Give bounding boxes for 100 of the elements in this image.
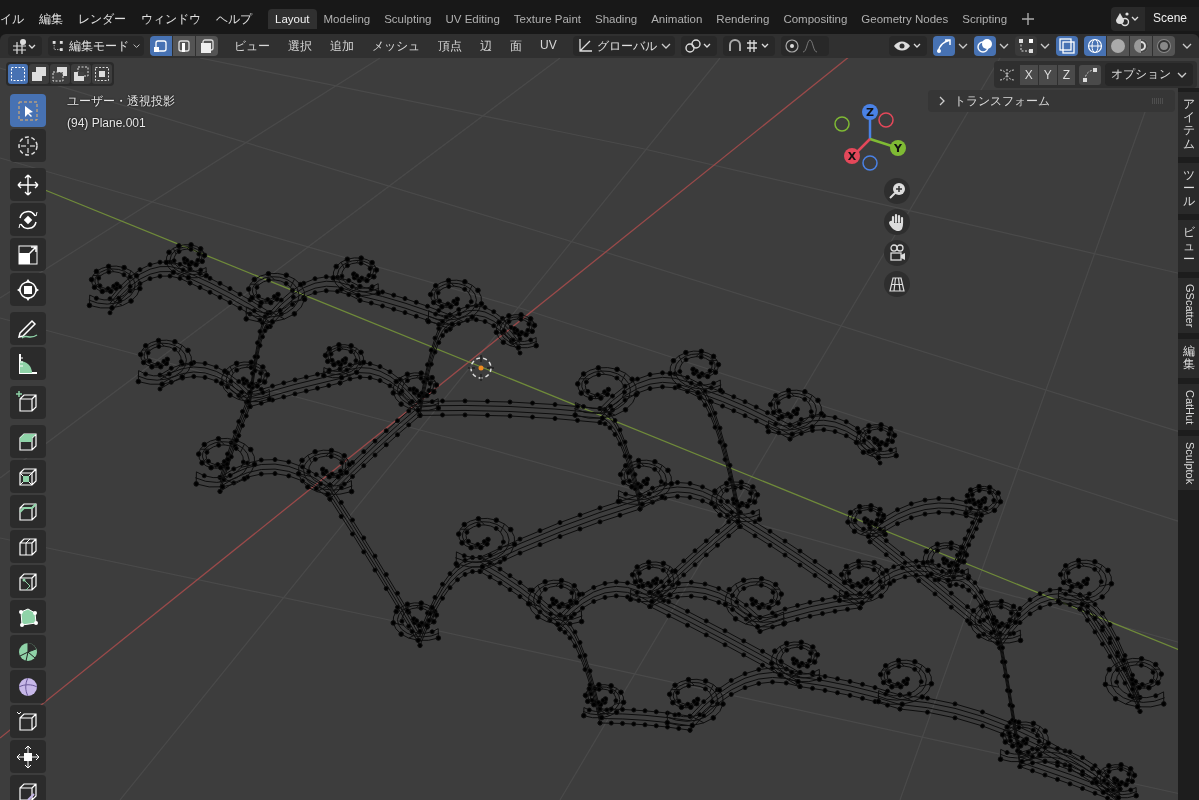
workspace-tab[interactable]: Shading (588, 9, 645, 29)
tool-button[interactable] (10, 386, 46, 419)
selection-mode-button[interactable] (92, 64, 112, 84)
globe-icon (1087, 38, 1103, 54)
workspace-tab[interactable]: Animation (644, 9, 710, 29)
tool-button[interactable] (10, 273, 46, 306)
sidebar-tab[interactable]: アイテム (1178, 92, 1199, 157)
curve-arrow-icon (936, 38, 952, 54)
add-icon[interactable] (1022, 13, 1035, 25)
editor-type-button[interactable] (8, 36, 42, 56)
sidebar-tab[interactable]: ビュー (1178, 220, 1199, 272)
tool-button[interactable] (10, 565, 46, 598)
scene-field[interactable]: Scene (1144, 7, 1199, 31)
axis-button[interactable]: X (1019, 64, 1038, 85)
menu-item[interactable]: 編集 (39, 10, 63, 28)
mode-dropdown[interactable]: 編集モード (48, 36, 144, 56)
tool-button[interactable] (10, 460, 46, 493)
move-arrows-icon (16, 172, 40, 197)
workspace-tab[interactable]: Geometry Nodes (854, 9, 956, 29)
drag-handle-icon[interactable] (1151, 98, 1165, 104)
workspace-tab[interactable]: Layout (268, 9, 317, 29)
chevron-down-icon[interactable] (1181, 42, 1193, 50)
overlapping-squares-icon (94, 66, 110, 82)
header-menu[interactable]: 選択 (288, 37, 312, 55)
camera-button[interactable] (884, 240, 910, 266)
sidebar-tab[interactable]: GScatter (1178, 277, 1199, 334)
axis-button[interactable]: Z (1057, 64, 1075, 85)
menu-item[interactable]: ウィンドウ (141, 10, 201, 28)
header-menu[interactable]: メッシュ (372, 37, 420, 55)
panel-title: トランスフォーム (954, 92, 1050, 110)
selection-mode-button[interactable] (50, 64, 70, 84)
sidebar-tab[interactable]: CatHut (1178, 383, 1199, 430)
tool-button[interactable] (10, 530, 46, 563)
header-menu[interactable]: 面 (510, 37, 522, 55)
header-menu[interactable]: 辺 (480, 37, 492, 55)
tool-button[interactable] (10, 238, 46, 271)
header-menu[interactable]: UV (540, 37, 557, 55)
header-menu[interactable]: 頂点 (438, 37, 462, 55)
arrows-cube-icon (16, 744, 40, 769)
tool-button[interactable] (10, 168, 46, 201)
half-sphere-icon (1133, 38, 1149, 54)
visibility-dropdown[interactable] (889, 36, 927, 56)
options-dropdown[interactable]: オプション (1105, 63, 1193, 86)
workspace-tab[interactable]: Texture Paint (506, 9, 588, 29)
header-menu[interactable]: ビュー (234, 37, 270, 55)
shading-button[interactable] (1153, 36, 1175, 56)
curve-dots-icon (1082, 66, 1098, 83)
shading-button[interactable] (1130, 36, 1152, 56)
header-menu[interactable]: 追加 (330, 37, 354, 55)
tool-button[interactable] (10, 740, 46, 773)
zoom-button[interactable] (884, 178, 910, 204)
menu-item[interactable]: イル (0, 10, 24, 28)
menu-item[interactable]: レンダー (78, 10, 126, 28)
workspace-tab[interactable]: Compositing (776, 9, 855, 29)
sphere-icon (1110, 38, 1126, 54)
workspace-tab[interactable]: Scripting (955, 9, 1015, 29)
cube-icon (16, 709, 40, 734)
add-cube-icon (16, 390, 40, 415)
tool-button[interactable] (10, 347, 46, 380)
menu-item[interactable]: ヘルプ (216, 10, 252, 28)
selection-mode-button[interactable] (29, 64, 49, 84)
tool-button[interactable] (10, 203, 46, 236)
workspace-tab[interactable]: Rendering (709, 9, 777, 29)
workspace-tab[interactable]: UV Editing (438, 9, 507, 29)
shading-button[interactable] (1107, 36, 1129, 56)
panel-header[interactable]: トランスフォーム (928, 90, 1175, 112)
tool-button[interactable] (10, 670, 46, 703)
snap-button[interactable] (722, 36, 775, 56)
select-mode-button[interactable] (150, 36, 172, 56)
gizmo-toggle[interactable] (933, 36, 968, 56)
pan-button[interactable] (884, 209, 910, 235)
workspace-tab[interactable]: Sculpting (377, 9, 439, 29)
tool-button[interactable] (10, 635, 46, 668)
mirror-button[interactable] (1079, 64, 1101, 85)
tool-button[interactable] (10, 495, 46, 528)
orientation-dropdown[interactable]: グローバル (572, 36, 675, 56)
perspective-button[interactable] (884, 271, 910, 297)
sidebar-tab[interactable]: ツール (1178, 162, 1199, 215)
tool-button[interactable] (10, 600, 46, 633)
tool-button[interactable] (10, 425, 46, 458)
workspace-tab[interactable]: Modeling (316, 9, 378, 29)
select-mode-button[interactable] (173, 36, 195, 56)
sidebar-tab[interactable]: 編集 (1178, 339, 1199, 378)
tool-button[interactable] (10, 705, 46, 738)
selection-mode-button[interactable] (71, 64, 91, 84)
xray-toggle[interactable] (1056, 36, 1078, 56)
selection-mode-button[interactable] (8, 64, 28, 84)
select-mode-button[interactable] (196, 36, 218, 56)
mesh-overlay-toggle[interactable] (1015, 36, 1050, 56)
shading-button[interactable] (1084, 36, 1106, 56)
tool-button[interactable] (10, 312, 46, 345)
vertex-icon (52, 38, 65, 54)
proportional-edit-button[interactable] (780, 36, 829, 56)
sidebar-tab[interactable]: Sculptok (1178, 435, 1199, 491)
overlay-toggle[interactable] (974, 36, 1009, 56)
pivot-dropdown[interactable] (680, 36, 717, 56)
tool-button[interactable] (10, 775, 46, 800)
axis-gizmo[interactable]: Z Y X (830, 101, 920, 177)
axis-button[interactable]: Y (1038, 64, 1057, 85)
tool-button[interactable] (10, 129, 46, 162)
